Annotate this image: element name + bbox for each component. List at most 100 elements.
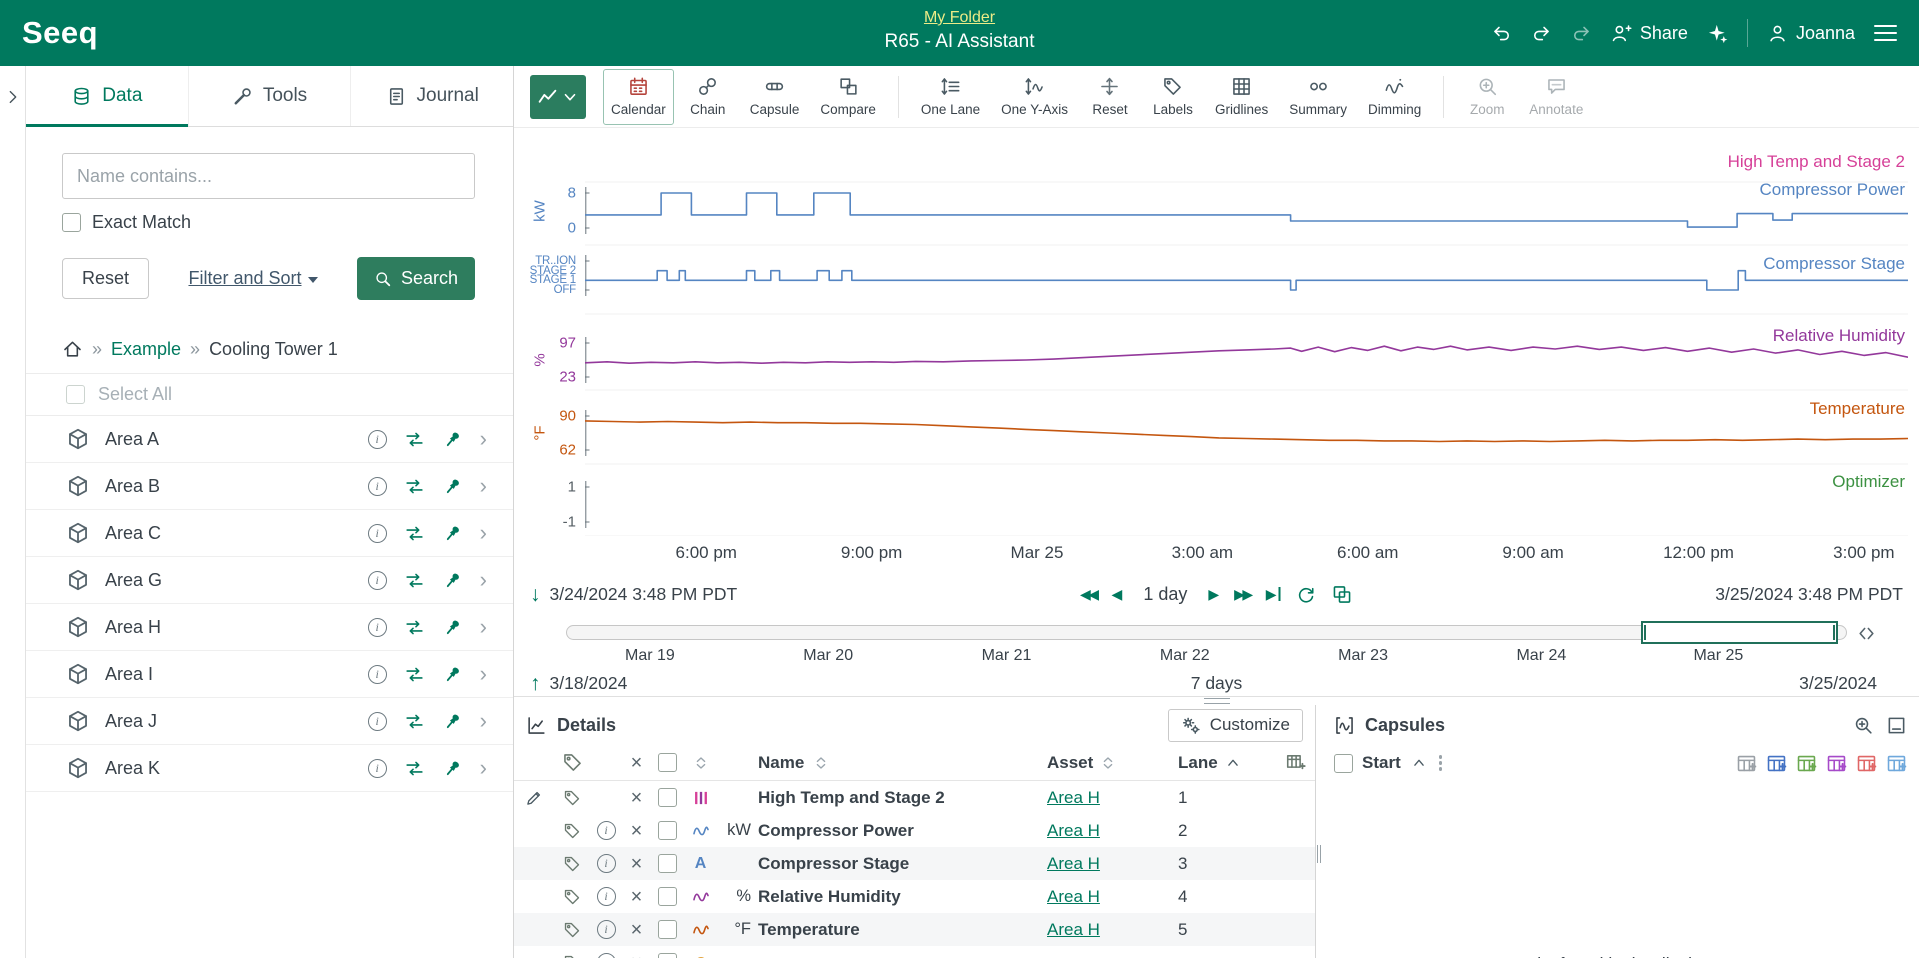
item-info-icon[interactable]: i [368,759,387,778]
item-info-icon[interactable]: i [368,665,387,684]
asset-item-area-g[interactable]: Area Gi› [26,557,513,604]
tag-icon[interactable] [563,822,581,840]
item-info-icon[interactable]: i [368,430,387,449]
start-sort-asc-icon[interactable] [1410,754,1428,772]
item-expand-chevron[interactable]: › [480,475,487,497]
row-info-icon[interactable]: i [597,920,616,939]
row-checkbox[interactable] [658,887,677,906]
copy-time-range-icon[interactable] [1332,584,1353,605]
tag-icon[interactable] [563,921,581,939]
capsule-column-icon[interactable] [1736,753,1757,774]
toolbar-one-lane[interactable]: One Lane [913,69,988,125]
remove-row-icon[interactable]: × [631,953,643,958]
asset-link[interactable]: Area H [1047,788,1100,808]
toolbar-annotate[interactable]: Annotate [1521,69,1591,125]
select-all-checkbox[interactable] [66,385,85,404]
item-expand-chevron[interactable]: › [480,428,487,450]
investigate-duration[interactable]: 7 days [1191,673,1243,694]
tag-icon[interactable] [563,789,581,807]
row-info-icon[interactable]: i [597,821,616,840]
customize-button[interactable]: Customize [1168,709,1303,742]
item-swap-icon[interactable] [404,617,425,638]
hamburger-menu-icon[interactable] [1874,25,1897,42]
item-pin-icon[interactable] [442,523,463,544]
asset-item-area-c[interactable]: Area Ci› [26,510,513,557]
toolbar-zoom[interactable]: Zoom [1458,69,1516,125]
item-pin-icon[interactable] [442,758,463,779]
edit-pencil-icon[interactable] [525,789,543,807]
item-pin-icon[interactable] [442,711,463,732]
exact-match-checkbox[interactable] [62,213,81,232]
remove-row-icon[interactable]: × [631,788,643,808]
row-checkbox[interactable] [658,788,677,807]
asset-item-area-a[interactable]: Area Ai› [26,416,513,463]
item-pin-icon[interactable] [442,476,463,497]
item-swap-icon[interactable] [404,570,425,591]
remove-row-icon[interactable]: × [631,821,643,841]
remove-row-icon[interactable]: × [631,920,643,940]
item-info-icon[interactable]: i [368,618,387,637]
seeq-logo[interactable]: Seeq [22,15,98,51]
step-forward-icon[interactable]: ▶ [1208,586,1219,603]
search-button[interactable]: Search [357,257,475,300]
tag-icon[interactable] [563,888,581,906]
sort-icon[interactable] [1099,754,1117,772]
row-checkbox[interactable] [658,920,677,939]
remove-row-icon[interactable]: × [631,887,643,907]
item-info-icon[interactable]: i [368,524,387,543]
toolbar-compare[interactable]: Compare [812,69,884,125]
item-swap-icon[interactable] [404,476,425,497]
details-row[interactable]: i×°FTemperatureArea H5 [514,913,1315,946]
row-checkbox[interactable] [658,854,677,873]
row-checkbox[interactable] [658,953,677,958]
tag-icon[interactable] [563,855,581,873]
sort-icon[interactable] [692,754,710,772]
asset-item-area-i[interactable]: Area Ii› [26,651,513,698]
item-swap-icon[interactable] [404,523,425,544]
horizontal-splitter[interactable] [514,696,1919,705]
sort-asc-icon[interactable] [1224,754,1242,772]
capsule-column-icon[interactable] [1886,753,1907,774]
home-icon[interactable] [62,339,83,360]
row-info-icon[interactable]: i [597,887,616,906]
step-to-now-icon[interactable]: ▶ [1266,586,1281,603]
toolbar-capsule[interactable]: Capsule [742,69,808,125]
item-expand-chevron[interactable]: › [480,663,487,685]
capsules-minimize-icon[interactable] [1886,715,1907,736]
capsule-column-icon[interactable] [1796,753,1817,774]
toolbar-chain[interactable]: Chain [679,69,737,125]
capsules-start-column[interactable]: Start [1362,753,1401,773]
details-row[interactable]: ×High Temp and Stage 2Area H1 [514,781,1315,814]
toolbar-dimming[interactable]: Dimming [1360,69,1429,125]
step-forward-full-icon[interactable]: ▶▶ [1234,586,1251,603]
item-swap-icon[interactable] [404,711,425,732]
breadcrumb-example[interactable]: Example [111,339,181,360]
remove-row-icon[interactable]: × [631,854,643,874]
toolbar-gridlines[interactable]: Gridlines [1207,69,1276,125]
asset-item-area-k[interactable]: Area Ki› [26,745,513,792]
sort-icon[interactable] [812,754,830,772]
search-input[interactable] [62,153,475,199]
toolbar-summary[interactable]: Summary [1281,69,1355,125]
asset-item-area-j[interactable]: Area Ji› [26,698,513,745]
details-row[interactable]: i×kWCompressor PowerArea H2 [514,814,1315,847]
redo-icon[interactable] [1531,23,1552,44]
item-expand-chevron[interactable]: › [480,569,487,591]
range-start-arrow-icon[interactable]: ↓ [530,584,541,605]
item-pin-icon[interactable] [442,664,463,685]
display-type-dropdown[interactable] [530,75,586,119]
filter-and-sort-link[interactable]: Filter and Sort [188,268,317,289]
row-info-icon[interactable]: i [597,854,616,873]
ai-sparkle-icon[interactable] [1707,23,1728,44]
overview-expand-icon[interactable] [1856,623,1877,644]
item-swap-icon[interactable] [404,429,425,450]
capsules-zoom-icon[interactable] [1853,715,1874,736]
vertical-splitter[interactable] [1315,705,1322,958]
item-pin-icon[interactable] [442,429,463,450]
investigate-start-arrow-icon[interactable]: ↑ [530,673,541,694]
item-pin-icon[interactable] [442,617,463,638]
user-menu[interactable]: Joanna [1767,23,1855,44]
asset-column-header[interactable]: Asset [1047,753,1093,773]
item-expand-chevron[interactable]: › [480,522,487,544]
step-back-icon[interactable]: ◀ [1112,586,1123,603]
